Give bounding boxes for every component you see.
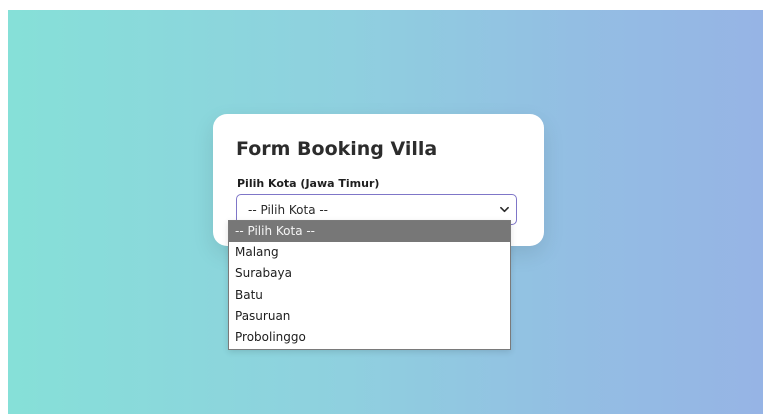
- form-title: Form Booking Villa: [236, 138, 438, 160]
- city-option-surabaya[interactable]: Surabaya: [229, 263, 510, 284]
- city-option-probolinggo[interactable]: Probolinggo: [229, 327, 510, 348]
- city-select-label: Pilih Kota (Jawa Timur): [237, 177, 380, 190]
- city-dropdown-list[interactable]: -- Pilih Kota -- Malang Surabaya Batu Pa…: [228, 220, 511, 350]
- page-background: Form Booking Villa Pilih Kota (Jawa Timu…: [8, 10, 763, 414]
- city-option-pasuruan[interactable]: Pasuruan: [229, 306, 510, 327]
- city-select-value: -- Pilih Kota --: [248, 203, 329, 217]
- chevron-down-icon: [500, 206, 509, 213]
- city-option-batu[interactable]: Batu: [229, 285, 510, 306]
- city-option-placeholder[interactable]: -- Pilih Kota --: [229, 221, 510, 243]
- city-option-malang[interactable]: Malang: [229, 242, 510, 263]
